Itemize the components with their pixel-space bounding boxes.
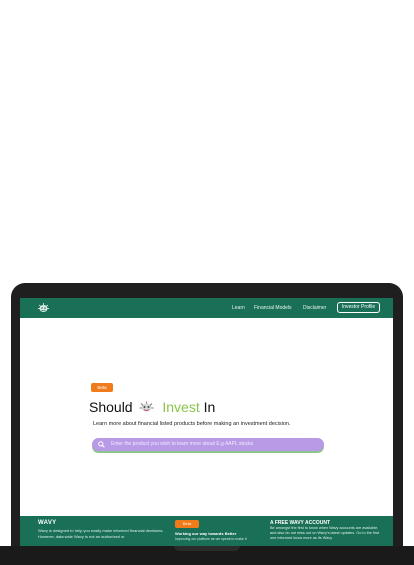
beta-badge: Beta (91, 383, 113, 392)
hero-title: Should Invest In (89, 398, 215, 416)
footer-brand: WAVY (38, 520, 57, 526)
hero-title-prefix: Should (89, 399, 133, 415)
nav-financial-models-link[interactable]: Financial Models (254, 304, 292, 312)
footer-account-text: Be amongst the first to know when Wavy a… (270, 526, 380, 540)
footer-mid-title: Working our way towards Better (175, 531, 237, 536)
nav-disclaimer-link[interactable]: Disclaimer (303, 304, 326, 312)
nav-learn-link[interactable]: Learn (232, 304, 245, 312)
footer-description: Wavy is designed to help you easily make… (38, 528, 164, 539)
search-placeholder: Enter the product you wish to learn more… (111, 441, 254, 447)
footer-beta-badge: Beta (175, 520, 199, 528)
investor-profile-button[interactable]: Investor Profile (337, 302, 380, 313)
product-search-input[interactable]: Enter the product you wish to learn more… (92, 438, 324, 451)
wavy-logo-icon[interactable] (37, 302, 50, 314)
hero-title-highlight: Invest (162, 399, 200, 415)
footer: WAVY Wavy is designed to help you easily… (20, 516, 393, 546)
hero-subtitle: Learn more about financial listed produc… (93, 421, 291, 427)
browser-viewport: Learn Financial Models Disclaimer Invest… (20, 298, 393, 546)
hero-title-suffix: In (203, 399, 216, 415)
laptop-notch (174, 546, 240, 551)
navbar: Learn Financial Models Disclaimer Invest… (20, 298, 393, 318)
footer-mid-text: Improving our platform as we speak to ma… (175, 537, 247, 541)
wavy-mascot-icon (139, 401, 154, 412)
search-icon (98, 441, 105, 448)
